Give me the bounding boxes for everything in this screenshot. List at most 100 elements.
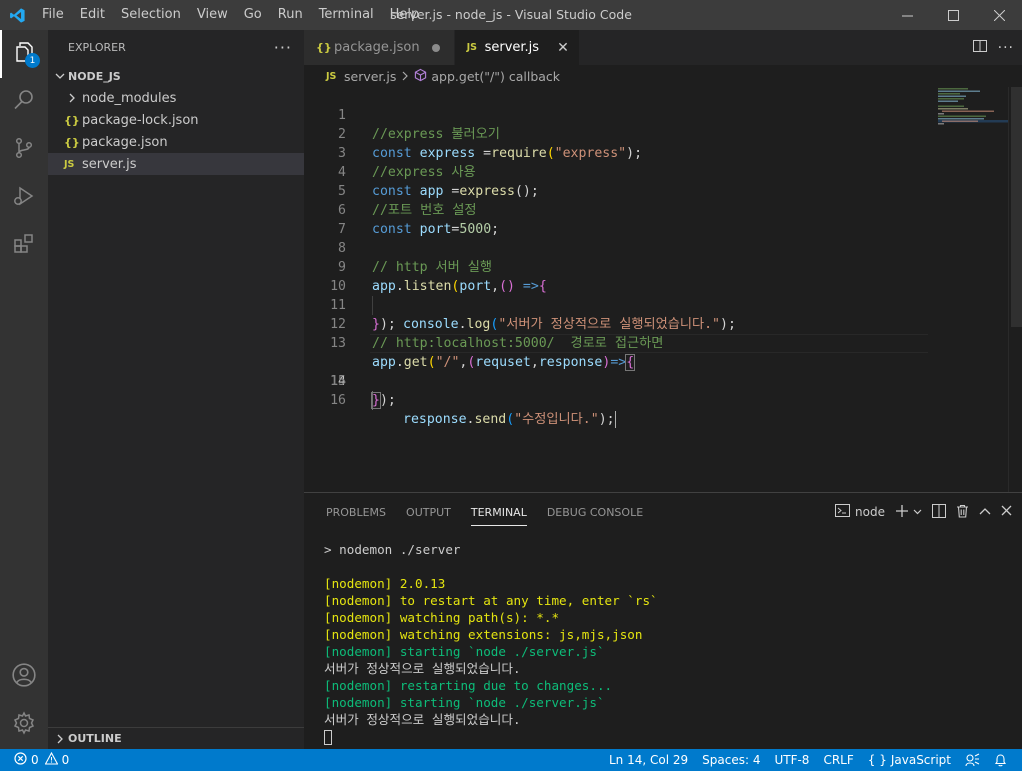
tab-problems[interactable]: PROBLEMS: [316, 493, 396, 531]
terminal-line: [nodemon] restarting due to changes...: [324, 678, 613, 693]
breadcrumb-file[interactable]: server.js: [344, 69, 396, 84]
split-terminal-icon[interactable]: [932, 503, 946, 521]
tab-server-js[interactable]: JS server.js ✕: [454, 30, 580, 65]
tab-output[interactable]: OUTPUT: [396, 493, 461, 531]
tab-debug-console[interactable]: DEBUG CONSOLE: [537, 493, 653, 531]
modified-indicator-icon[interactable]: [431, 43, 440, 52]
terminal-line: [nodemon] starting `node ./server.js`: [324, 695, 605, 710]
encoding-setting[interactable]: UTF-8: [767, 753, 816, 767]
chevron-down-icon: [52, 71, 68, 81]
tree-item-package-json[interactable]: {} package.json: [48, 131, 304, 153]
close-panel-icon[interactable]: [1001, 505, 1012, 519]
code-line: 8 // http 서버 실행: [304, 220, 1022, 275]
menu-edit[interactable]: Edit: [72, 0, 113, 30]
more-actions-icon[interactable]: ···: [998, 40, 1014, 56]
code-token: response: [403, 412, 467, 427]
terminal-line: [nodemon] 2.0.13: [324, 576, 446, 591]
outline-title: OUTLINE: [68, 732, 122, 745]
manage-activity[interactable]: [0, 701, 48, 749]
language-label: JavaScript: [890, 753, 951, 767]
account-icon: [11, 662, 37, 692]
tab-package-json[interactable]: {} package.json: [304, 30, 455, 65]
extensions-activity[interactable]: [0, 222, 48, 270]
close-window-button[interactable]: [976, 0, 1022, 30]
terminal-line: [nodemon] watching path(s): *.*: [324, 610, 560, 625]
explorer-activity[interactable]: 1: [0, 30, 48, 78]
tree-item-server-js[interactable]: JS server.js: [48, 153, 304, 175]
cursor-position[interactable]: Ln 14, Col 29: [602, 753, 695, 767]
code-line: 13 app.get("/",(requset,response)=>{: [304, 315, 1022, 371]
menu-selection[interactable]: Selection: [113, 0, 189, 30]
warning-count: 0: [61, 753, 70, 767]
problems-status[interactable]: 0 0: [0, 751, 70, 768]
menu-view[interactable]: View: [189, 0, 236, 30]
terminal-output[interactable]: > nodemon ./server [nodemon] 2.0.13 [nodem…: [324, 541, 1014, 745]
editor-actions: ···: [972, 30, 1014, 65]
source-control-activity[interactable]: [0, 126, 48, 174]
terminal-icon: [835, 504, 851, 520]
terminal-cursor: [324, 730, 332, 745]
trash-icon[interactable]: [956, 504, 969, 521]
accounts-activity[interactable]: [0, 653, 48, 701]
gear-icon: [12, 711, 36, 739]
tree-item-label: package.json: [82, 134, 168, 150]
editor-scrollbar[interactable]: [1008, 87, 1022, 492]
code-line: 6 const port=5000;: [304, 182, 1022, 237]
eol-setting[interactable]: CRLF: [816, 753, 860, 767]
split-editor-icon[interactable]: [972, 38, 988, 58]
status-bar: 0 0 Ln 14, Col 29 Spaces: 4 UTF-8 CRLF {…: [0, 749, 1022, 771]
minimap[interactable]: [938, 87, 1008, 127]
code-line: 5 //포트 번호 설정: [304, 163, 1022, 218]
breadcrumb-symbol[interactable]: app.get("/") callback: [431, 69, 560, 84]
minimize-button[interactable]: [884, 0, 930, 30]
code-line: 3 //express 사용: [304, 125, 1022, 180]
tab-label: OUTPUT: [406, 505, 451, 519]
terminal-line: [nodemon] to restart at any time, enter …: [324, 593, 658, 608]
new-terminal-icon[interactable]: [895, 504, 909, 521]
terminal-prompt[interactable]: [324, 728, 1014, 745]
source-control-icon: [12, 136, 36, 164]
menu-file[interactable]: File: [34, 0, 72, 30]
tree-item-node-modules[interactable]: node_modules: [48, 87, 304, 109]
workspace-section[interactable]: NODE_JS: [48, 65, 304, 87]
run-debug-activity[interactable]: [0, 174, 48, 222]
menu-go[interactable]: Go: [236, 0, 270, 30]
menu-run[interactable]: Run: [270, 0, 311, 30]
language-mode[interactable]: { } JavaScript: [861, 753, 958, 767]
maximize-button[interactable]: [930, 0, 976, 30]
terminal-line: [nodemon] starting `node ./server.js`: [324, 644, 605, 659]
tree-item-label: package-lock.json: [82, 112, 199, 128]
code-line: 11 });: [304, 277, 1022, 332]
outline-section[interactable]: OUTLINE: [48, 727, 304, 749]
tree-item-package-lock[interactable]: {} package-lock.json: [48, 109, 304, 131]
close-tab-icon[interactable]: ✕: [557, 40, 569, 56]
scrollbar-thumb[interactable]: [1011, 87, 1022, 327]
chevron-down-icon[interactable]: [913, 505, 922, 519]
feedback-icon[interactable]: [958, 753, 987, 767]
title-bar: File Edit Selection View Go Run Terminal…: [0, 0, 1022, 30]
search-activity[interactable]: [0, 78, 48, 126]
bottom-panel: PROBLEMS OUTPUT TERMINAL DEBUG CONSOLE n…: [304, 492, 1022, 749]
explorer-title: EXPLORER: [68, 41, 126, 54]
line-number: 16: [330, 393, 346, 408]
tab-label: server.js: [484, 40, 540, 55]
warning-icon: [44, 751, 59, 768]
menu-help[interactable]: Help: [382, 0, 428, 30]
code-editor[interactable]: 1 //express 불러오기 2 const express =requir…: [304, 87, 1022, 492]
menu-terminal[interactable]: Terminal: [311, 0, 382, 30]
code-token: }: [371, 392, 381, 409]
text-cursor: [614, 410, 616, 428]
terminal-selector[interactable]: node: [835, 504, 885, 520]
code-line: 4 const app =express();: [304, 144, 1022, 199]
more-actions-button[interactable]: ···: [274, 38, 292, 57]
tab-terminal[interactable]: TERMINAL: [461, 493, 537, 531]
editor-tabs: {} package.json JS server.js ✕ ···: [304, 30, 1022, 65]
indentation-setting[interactable]: Spaces: 4: [695, 753, 767, 767]
tab-label: PROBLEMS: [326, 505, 387, 519]
maximize-panel-icon[interactable]: [979, 505, 991, 519]
notifications-bell-icon[interactable]: [987, 753, 1014, 767]
code-line: 10 console.log("서버가 정상적으로 실행되었습니다.");: [304, 258, 1022, 332]
js-file-icon: JS: [466, 42, 477, 53]
code-token: (: [506, 412, 515, 427]
